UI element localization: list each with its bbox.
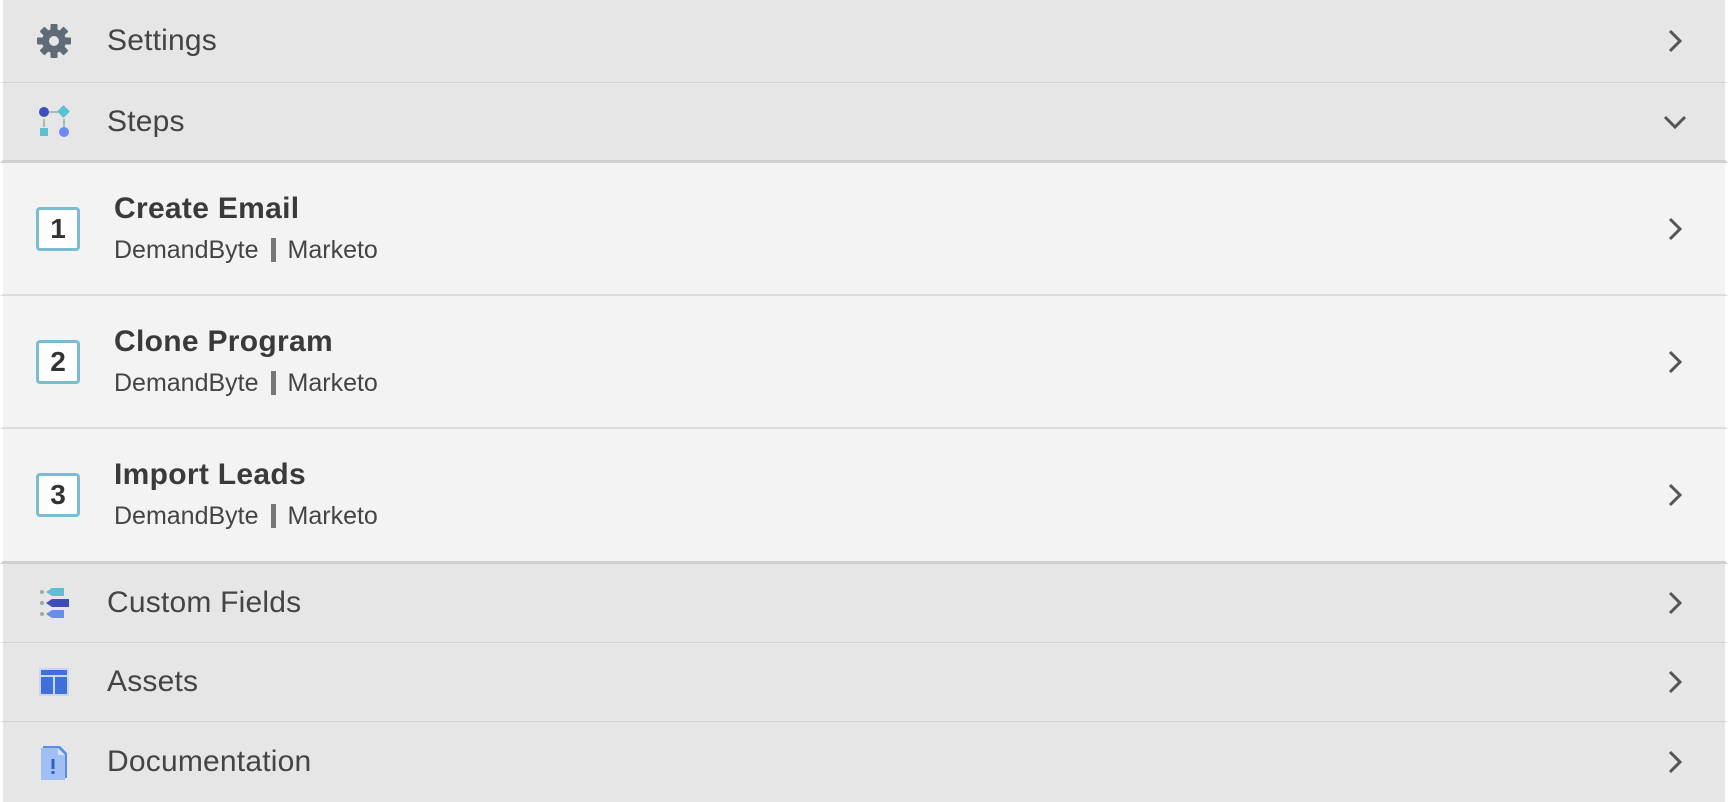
section-label-documentation: Documentation [107, 745, 312, 778]
step-target: Marketo [287, 368, 378, 397]
document-icon [30, 738, 78, 786]
step-target: Marketo [287, 502, 378, 530]
chevron-down-icon [1655, 102, 1695, 142]
step-app: DemandByte [114, 368, 259, 397]
workflow-panel: Settings Steps 1 Create Email DemandByte… [0, 0, 1728, 802]
step-title: Create Email [114, 191, 300, 225]
chevron-right-icon [1655, 662, 1695, 702]
section-documentation[interactable]: Documentation [0, 722, 1728, 802]
step-subtitle: DemandByte Marketo [114, 498, 1655, 534]
step-number-badge: 1 [36, 206, 80, 251]
step-item[interactable]: 3 Import Leads DemandByte Marketo [0, 429, 1728, 564]
divider [270, 237, 276, 262]
chevron-right-icon [1655, 583, 1695, 623]
step-text: Create Email DemandByte Marketo [114, 190, 1655, 268]
step-item[interactable]: 1 Create Email DemandByte Marketo [0, 163, 1728, 296]
step-app: DemandByte [114, 235, 259, 264]
chevron-right-icon [1655, 209, 1695, 249]
custom-fields-icon [30, 579, 78, 627]
step-text: Import Leads DemandByte Marketo [114, 456, 1655, 534]
chevron-right-icon [1655, 742, 1695, 782]
step-item[interactable]: 2 Clone Program DemandByte Marketo [0, 296, 1728, 429]
section-steps[interactable]: Steps [0, 83, 1728, 163]
step-number-badge: 3 [36, 473, 80, 517]
step-subtitle: DemandByte Marketo [114, 365, 1655, 401]
layout-icon [30, 658, 78, 706]
section-label-assets: Assets [107, 665, 199, 698]
chevron-right-icon [1655, 475, 1695, 515]
step-text: Clone Program DemandByte Marketo [114, 323, 1655, 401]
gear-icon [30, 17, 78, 65]
section-label-steps: Steps [107, 104, 185, 138]
chevron-right-icon [1655, 342, 1695, 382]
divider [270, 504, 276, 528]
section-label-settings: Settings [107, 24, 217, 57]
divider [270, 370, 276, 395]
section-custom-fields[interactable]: Custom Fields [0, 564, 1728, 643]
step-subtitle: DemandByte Marketo [114, 232, 1655, 268]
section-assets[interactable]: Assets [0, 643, 1728, 722]
step-number-badge: 2 [36, 339, 80, 384]
step-target: Marketo [287, 235, 378, 264]
workflow-icon [30, 98, 78, 146]
step-app: DemandByte [114, 502, 259, 530]
step-title: Clone Program [114, 324, 333, 358]
chevron-right-icon [1655, 21, 1695, 61]
step-title: Import Leads [114, 458, 306, 491]
section-label-custom-fields: Custom Fields [107, 586, 302, 619]
section-settings[interactable]: Settings [0, 0, 1728, 83]
